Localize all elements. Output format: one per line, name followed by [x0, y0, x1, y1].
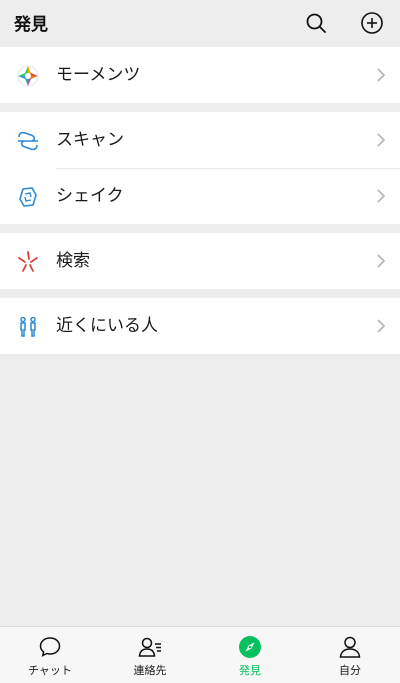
chat-bubble-icon — [39, 637, 61, 657]
menu-item-scan[interactable]: スキャン — [0, 112, 400, 168]
menu-item-label: スキャン — [56, 130, 124, 150]
group-scan-shake: スキャン シェイク — [0, 112, 400, 224]
menu-item-moments[interactable]: モーメンツ — [0, 47, 400, 103]
menu-item-label: シェイク — [56, 186, 124, 206]
scan-icon — [18, 131, 38, 151]
person-icon — [339, 636, 361, 658]
search-star-icon — [18, 251, 38, 272]
search-button[interactable] — [304, 11, 328, 35]
group-moments: モーメンツ — [0, 47, 400, 103]
chevron-right-icon — [377, 319, 386, 333]
search-icon — [306, 13, 326, 33]
tab-me[interactable]: 自分 — [300, 627, 400, 683]
menu-item-label: 近くにいる人 — [56, 316, 158, 336]
add-button[interactable] — [360, 11, 384, 35]
menu-item-search[interactable]: 検索 — [0, 233, 400, 289]
menu-item-label: 検索 — [56, 251, 90, 271]
chevron-right-icon — [377, 133, 386, 147]
group-search: 検索 — [0, 233, 400, 289]
tab-label: 自分 — [339, 664, 361, 677]
chevron-right-icon — [377, 189, 386, 203]
shake-icon — [19, 187, 37, 207]
compass-icon — [239, 636, 261, 658]
tab-discover[interactable]: 発見 — [200, 627, 300, 683]
menu-item-label: モーメンツ — [56, 65, 141, 85]
contacts-icon — [138, 637, 161, 657]
chevron-right-icon — [377, 254, 386, 268]
page-title: 発見 — [14, 15, 48, 35]
tab-contacts[interactable]: 連絡先 — [100, 627, 200, 683]
people-nearby-icon — [20, 316, 36, 337]
tab-label: チャット — [28, 664, 72, 677]
tab-label: 発見 — [239, 664, 261, 677]
moments-aperture-icon — [17, 65, 39, 87]
plus-circle-icon — [361, 12, 383, 34]
group-people-nearby: 近くにいる人 — [0, 298, 400, 354]
top-bar: 発見 — [0, 0, 400, 46]
discover-screen: 発見 モーメンツ スキャン シェイク 検索 近くにいる人 チャット 連絡先 発見… — [0, 0, 400, 683]
menu-item-shake[interactable]: シェイク — [0, 168, 400, 224]
chevron-right-icon — [377, 68, 386, 82]
bottom-tab-bar: チャット 連絡先 発見 自分 — [0, 626, 400, 683]
tab-chats[interactable]: チャット — [0, 627, 100, 683]
menu-item-people-nearby[interactable]: 近くにいる人 — [0, 298, 400, 354]
tab-label: 連絡先 — [133, 664, 167, 677]
